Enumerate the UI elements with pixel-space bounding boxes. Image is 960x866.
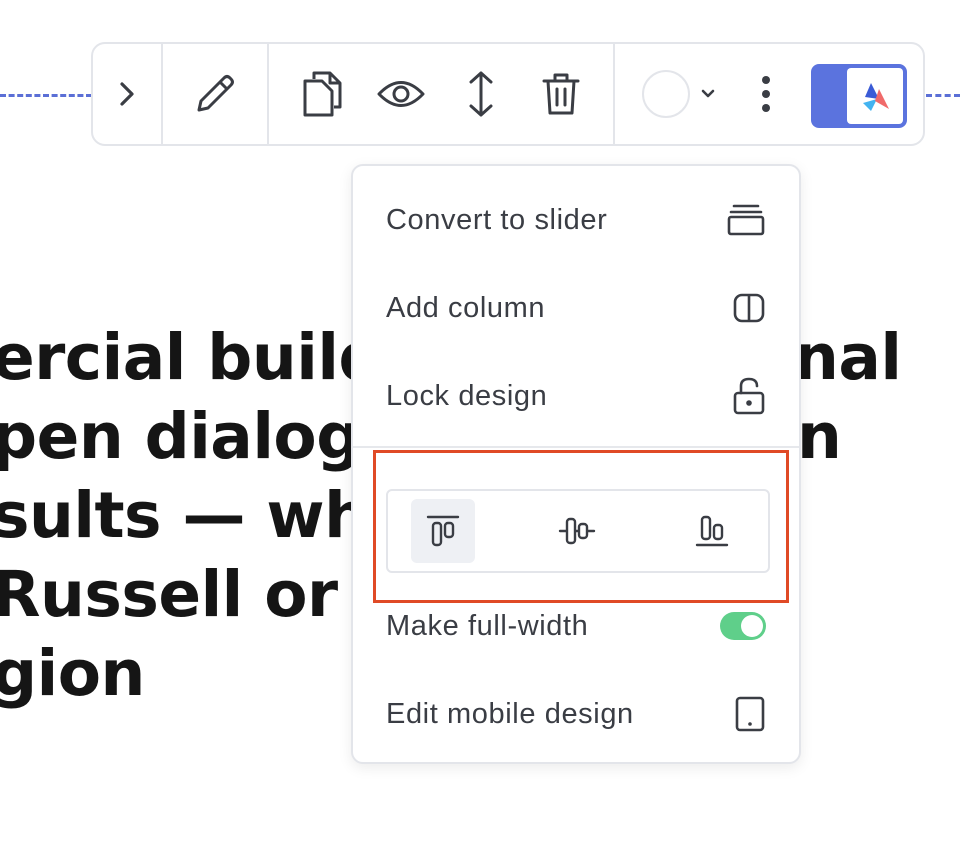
block-options-menu: Convert to slider Add column Lock design…	[351, 164, 801, 764]
ai-assistant-button[interactable]	[811, 64, 907, 128]
edit-mobile-design-label: Edit mobile design	[386, 697, 634, 730]
more-button[interactable]	[743, 44, 789, 144]
ai-logo-icon	[863, 83, 889, 111]
column-icon	[733, 293, 765, 323]
trash-icon	[542, 73, 580, 115]
phone-icon	[735, 696, 765, 732]
lock-design-item[interactable]: Lock design	[386, 366, 766, 426]
pencil-icon	[197, 75, 234, 112]
edit-button[interactable]	[163, 44, 267, 144]
align-top-button[interactable]	[411, 499, 475, 563]
eye-icon	[377, 81, 425, 107]
vertical-arrows-icon	[469, 71, 493, 117]
edit-mobile-design-item[interactable]: Edit mobile design	[386, 684, 766, 744]
slider-stack-icon	[727, 204, 765, 236]
heading-fragment-2: n	[797, 400, 842, 473]
visibility-button[interactable]	[369, 44, 433, 144]
heading-fragment-1: nal	[794, 321, 902, 394]
convert-to-slider-item[interactable]: Convert to slider	[386, 190, 766, 250]
make-full-width-item[interactable]: Make full-width	[386, 596, 766, 656]
chevron-down-icon	[701, 89, 715, 98]
delete-button[interactable]	[529, 44, 593, 144]
add-column-label: Add column	[386, 291, 546, 324]
heading-line-4: Russell or t	[0, 558, 389, 631]
heading-line-5: gion	[0, 637, 145, 710]
lock-design-label: Lock design	[386, 379, 548, 412]
align-bottom-button[interactable]	[680, 499, 744, 563]
convert-to-slider-label: Convert to slider	[386, 203, 608, 236]
align-middle-icon	[558, 517, 596, 545]
menu-divider	[353, 446, 799, 448]
copy-icon	[303, 71, 342, 117]
align-top-icon	[426, 515, 460, 547]
color-swatch	[642, 70, 690, 118]
align-middle-button[interactable]	[545, 499, 609, 563]
section-guide-line-right	[926, 94, 960, 97]
full-width-toggle[interactable]	[720, 612, 766, 640]
chevron-right-icon	[120, 82, 134, 106]
kebab-icon	[762, 76, 770, 112]
section-guide-line-left	[0, 94, 92, 97]
move-button[interactable]	[449, 44, 513, 144]
color-button[interactable]	[637, 44, 721, 144]
unlock-icon	[733, 377, 765, 415]
add-column-item[interactable]: Add column	[386, 278, 766, 338]
make-full-width-label: Make full-width	[386, 609, 589, 642]
vertical-alignment-group	[386, 489, 770, 573]
block-toolbar	[91, 42, 925, 146]
duplicate-button[interactable]	[289, 44, 357, 144]
align-bottom-icon	[695, 515, 729, 547]
collapse-button[interactable]	[93, 44, 161, 144]
